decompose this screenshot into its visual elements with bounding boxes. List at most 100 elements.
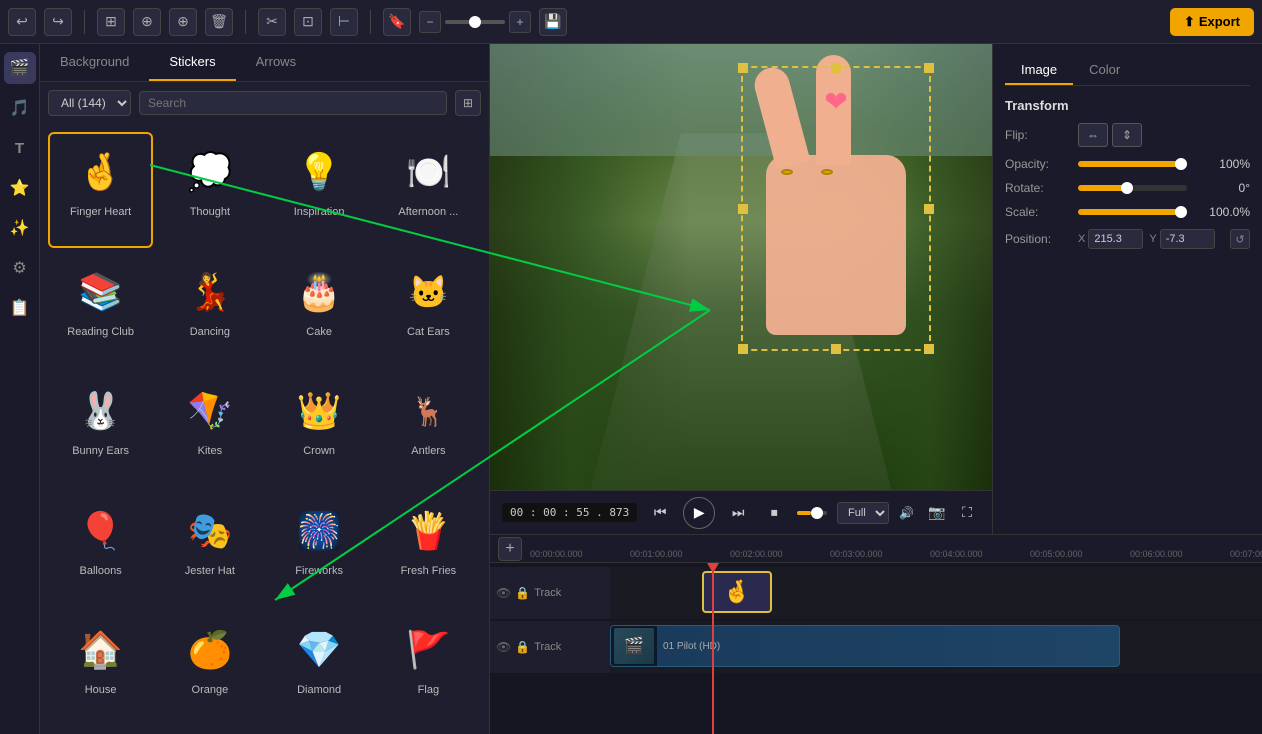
video-clip[interactable]: 🎬 01 Pilot (HD): [610, 625, 1120, 667]
playhead[interactable]: [712, 563, 714, 734]
play-button[interactable]: ▶: [683, 497, 715, 529]
sticker-label-cake: Cake: [306, 326, 332, 338]
sidebar-item-adjust[interactable]: ⚙: [4, 252, 36, 284]
sticker-fresh-fries[interactable]: 🍟 Fresh Fries: [376, 491, 481, 607]
sticker-house[interactable]: 🏠 House: [48, 610, 153, 726]
tab-arrows[interactable]: Arrows: [236, 44, 316, 81]
opacity-slider[interactable]: [1078, 161, 1187, 167]
copy-btn[interactable]: ⊕: [169, 8, 197, 36]
sticker-thumb-bunny-ears: 🐰: [71, 381, 131, 441]
sticker-afternoon[interactable]: 🍽️ Afternoon ...: [376, 132, 481, 248]
sticker-label-afternoon: Afternoon ...: [398, 206, 458, 218]
zoom-out-btn[interactable]: −: [419, 11, 441, 33]
screenshot-button[interactable]: 📷: [924, 500, 950, 526]
split-btn[interactable]: ⊢: [330, 8, 358, 36]
track-header-video: 👁 🔒 Track: [490, 621, 610, 673]
rewind-button[interactable]: ⏮: [647, 500, 673, 526]
sticker-cat-ears[interactable]: 🐱 Cat Ears: [376, 252, 481, 368]
sticker-antlers[interactable]: 🦌 Antlers: [376, 371, 481, 487]
undo-button[interactable]: ↩: [8, 8, 36, 36]
zoom-slider[interactable]: [445, 20, 505, 24]
track-lock-icon[interactable]: 🔒: [515, 586, 530, 600]
sticker-thought[interactable]: 💭 Thought: [157, 132, 262, 248]
sticker-balloons[interactable]: 🎈 Balloons: [48, 491, 153, 607]
track-row-video: 👁 🔒 Track 🎬 01 Pilot (HD): [490, 621, 1262, 673]
rotate-value: 0°: [1195, 181, 1250, 195]
opacity-label: Opacity:: [1005, 157, 1070, 171]
sticker-flag[interactable]: 🚩 Flag: [376, 610, 481, 726]
sidebar-item-text[interactable]: T: [4, 132, 36, 164]
rotate-label: Rotate:: [1005, 181, 1070, 195]
video-preview[interactable]: ❤: [490, 44, 992, 490]
fast-forward-button[interactable]: ⏭: [725, 500, 751, 526]
pos-x-input[interactable]: [1088, 229, 1143, 249]
progress-bar[interactable]: [797, 511, 827, 515]
save-btn[interactable]: 💾: [539, 8, 567, 36]
sticker-orange[interactable]: 🍊 Orange: [157, 610, 262, 726]
sticker-thumb-afternoon: 🍽️: [398, 142, 458, 202]
track-visibility-icon[interactable]: 👁: [496, 586, 511, 600]
bookmark-btn[interactable]: 🔖: [383, 8, 411, 36]
flip-vertical-button[interactable]: ⇕: [1112, 123, 1142, 147]
tab-color[interactable]: Color: [1073, 56, 1136, 85]
quality-select[interactable]: Full: [837, 502, 889, 524]
tab-stickers[interactable]: Stickers: [149, 44, 235, 81]
sidebar-item-audio[interactable]: 🎵: [4, 92, 36, 124]
sidebar-item-layers[interactable]: 📋: [4, 292, 36, 324]
sidebar-item-effects[interactable]: ✨: [4, 212, 36, 244]
scale-slider[interactable]: [1078, 209, 1187, 215]
sidebar-item-stickers[interactable]: ⭐: [4, 172, 36, 204]
sticker-bunny-ears[interactable]: 🐰 Bunny Ears: [48, 371, 153, 487]
tab-image[interactable]: Image: [1005, 56, 1073, 85]
sticker-fireworks[interactable]: 🎆 Fireworks: [267, 491, 372, 607]
delete-btn[interactable]: 🗑: [205, 8, 233, 36]
sticker-thumb-crown: 👑: [289, 381, 349, 441]
sticker-diamond[interactable]: 💎 Diamond: [267, 610, 372, 726]
pos-y-input[interactable]: [1160, 229, 1215, 249]
add-btn[interactable]: ⊕: [133, 8, 161, 36]
track-video-lock-icon[interactable]: 🔒: [515, 640, 530, 654]
export-button[interactable]: ⬆ Export: [1170, 8, 1254, 36]
volume-icon[interactable]: 🔊: [899, 506, 914, 520]
sticker-label-reading-club: Reading Club: [67, 326, 134, 338]
video-controls: 00 : 00 : 55 . 873 ⏮ ▶ ⏭ ⏹ Full 🔊: [490, 490, 992, 534]
redo-button[interactable]: ↪: [44, 8, 72, 36]
crop-btn[interactable]: ⊞: [97, 8, 125, 36]
fullscreen-button[interactable]: ⛶: [954, 500, 980, 526]
sidebar-item-media[interactable]: 🎬: [4, 52, 36, 84]
sticker-thumb-diamond: 💎: [289, 620, 349, 680]
sticker-label-bunny-ears: Bunny Ears: [72, 445, 129, 457]
track-content-video[interactable]: 🎬 01 Pilot (HD): [610, 621, 1262, 673]
track-label-sticker: Track: [534, 587, 561, 599]
tab-background[interactable]: Background: [40, 44, 149, 81]
sticker-cake[interactable]: 🎂 Cake: [267, 252, 372, 368]
zoom-in-btn[interactable]: +: [509, 11, 531, 33]
sticker-thumb-jester-hat: 🎭: [180, 501, 240, 561]
position-reset-button[interactable]: ↺: [1230, 229, 1250, 249]
sticker-inspiration[interactable]: 💡 Inspiration: [267, 132, 372, 248]
sticker-kites[interactable]: 🪁 Kites: [157, 371, 262, 487]
track-content-sticker[interactable]: 🤞: [610, 567, 1262, 619]
progress-thumb: [811, 507, 823, 519]
stop-button[interactable]: ⏹: [761, 500, 787, 526]
add-track-button[interactable]: +: [498, 537, 522, 561]
grid-view-button[interactable]: ⊞: [455, 90, 481, 116]
flip-horizontal-button[interactable]: ⇔: [1078, 123, 1108, 147]
sticker-jester-hat[interactable]: 🎭 Jester Hat: [157, 491, 262, 607]
ruler-mark-7: 00:07:00.000: [1230, 549, 1262, 559]
sticker-dancing[interactable]: 💃 Dancing: [157, 252, 262, 368]
preview-area: ❤: [490, 44, 992, 534]
search-input[interactable]: [139, 91, 447, 115]
scissors-btn[interactable]: ✂: [258, 8, 286, 36]
resize-btn[interactable]: ⊡: [294, 8, 322, 36]
position-label: Position:: [1005, 232, 1070, 246]
rotate-slider[interactable]: [1078, 185, 1187, 191]
category-select[interactable]: All (144): [48, 90, 131, 116]
sticker-crown[interactable]: 👑 Crown: [267, 371, 372, 487]
sticker-reading-club[interactable]: 📚 Reading Club: [48, 252, 153, 368]
track-video-visibility-icon[interactable]: 👁: [496, 640, 511, 654]
sticker-label-thought: Thought: [190, 206, 230, 218]
opacity-fill: [1078, 161, 1187, 167]
sticker-finger-heart[interactable]: 🤞 Finger Heart: [48, 132, 153, 248]
sticker-thumb-thought: 💭: [180, 142, 240, 202]
